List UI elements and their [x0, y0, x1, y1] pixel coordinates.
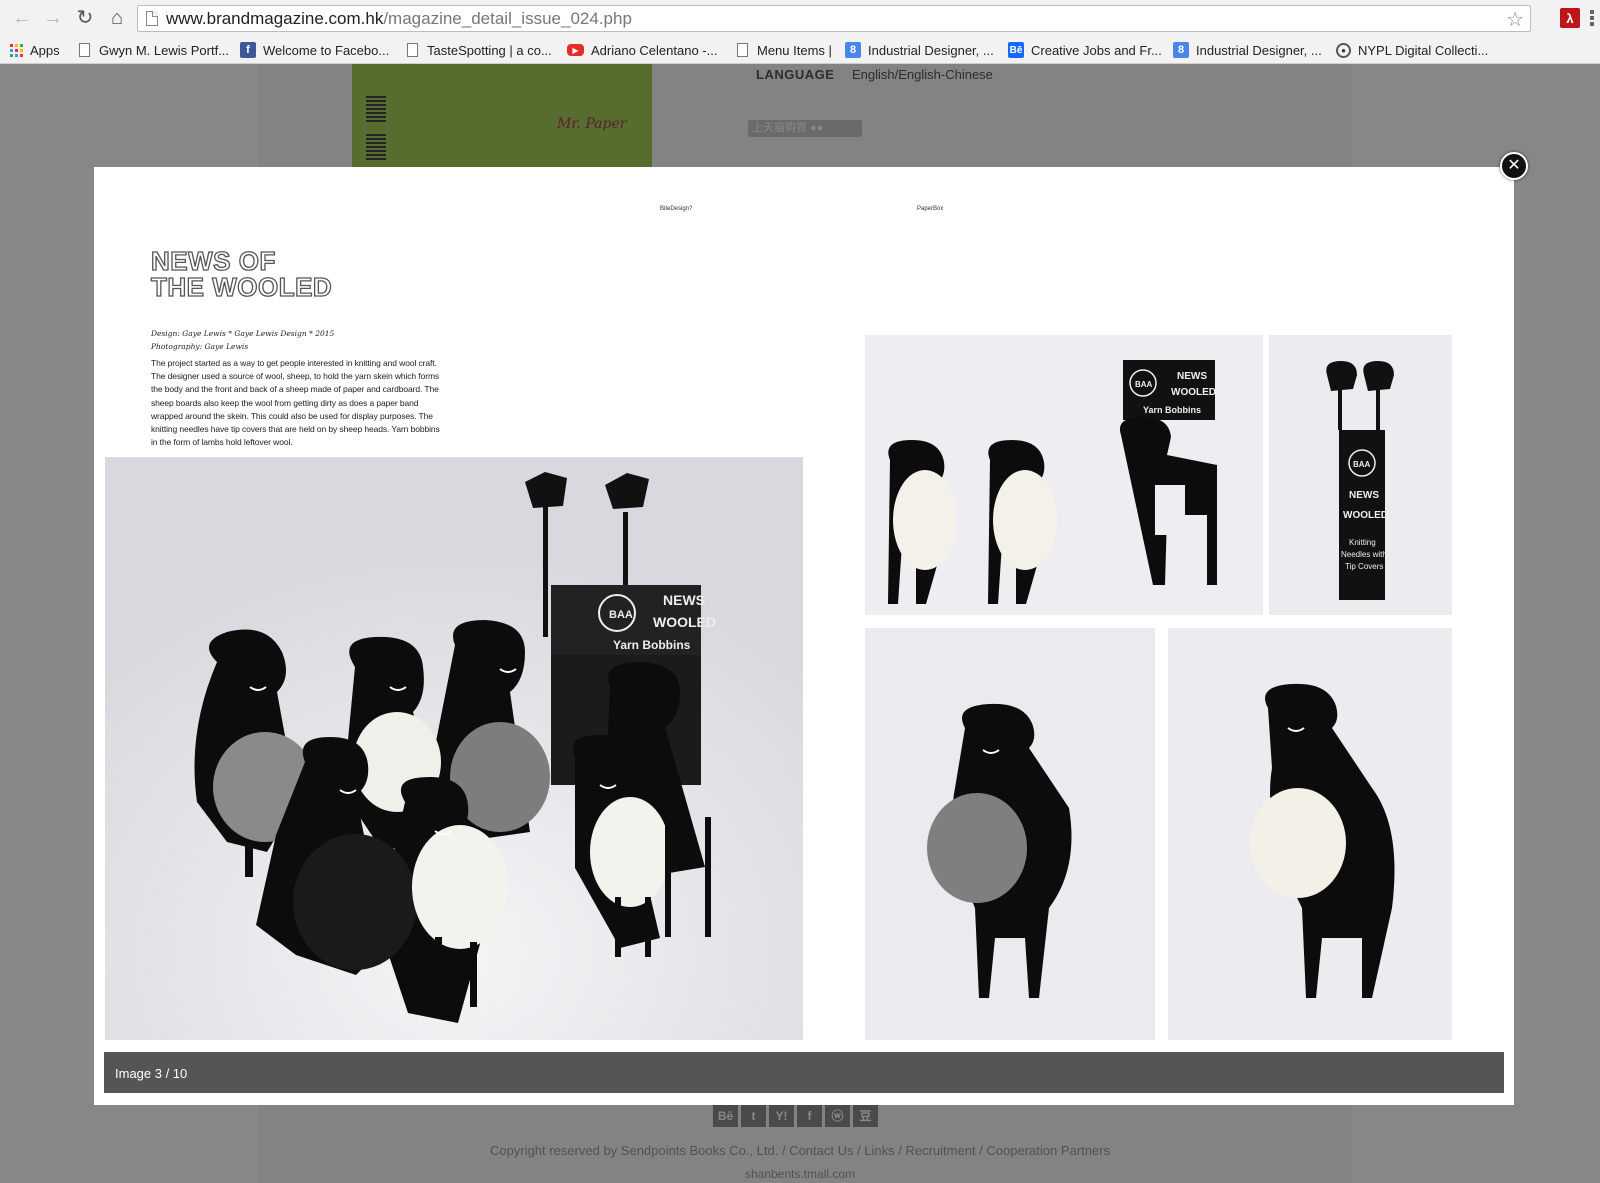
home-icon[interactable]: ⌂	[106, 7, 128, 29]
magazine-spread-image: BiteDesign? PaperBox NEWS OF THE WOOLED …	[94, 167, 1514, 1066]
bookmark-label: Adriano Celentano -...	[591, 42, 718, 58]
svg-text:WOOLED: WOOLED	[1343, 510, 1388, 521]
page-icon	[146, 11, 158, 26]
bookmark-label: Welcome to Facebo...	[263, 42, 390, 58]
bookmark-facebook[interactable]: f Welcome to Facebo...	[240, 40, 389, 60]
bookmark-industrial-designer-1[interactable]: 8 Industrial Designer, ...	[845, 40, 994, 60]
browser-chrome: ← → ↻ ⌂ www.brandmagazine.com.hk/magazin…	[0, 0, 1600, 64]
bookmark-industrial-designer-2[interactable]: 8 Industrial Designer, ...	[1173, 40, 1322, 60]
reload-icon[interactable]: ↻	[74, 7, 96, 29]
bookmark-creative-jobs[interactable]: Bē Creative Jobs and Fr...	[1008, 40, 1162, 60]
youtube-icon: ▶	[567, 44, 584, 56]
running-head-left: BiteDesign?	[660, 206, 693, 212]
apps-grid-icon	[10, 43, 23, 57]
credit-design: Design: Gaye Lewis * Gaye Lewis Design *…	[151, 329, 335, 338]
svg-text:Yarn Bobbins: Yarn Bobbins	[1143, 405, 1201, 415]
lightbox-caption-bar: Image 3 / 10	[104, 1052, 1504, 1093]
svg-text:BAA: BAA	[609, 609, 633, 621]
nypl-icon: ●	[1336, 42, 1351, 58]
svg-text:BAA: BAA	[1353, 460, 1371, 469]
bookmark-star-icon[interactable]: ☆	[1506, 7, 1524, 32]
credit-photo: Photography: Gaye Lewis	[151, 342, 249, 351]
bookmark-label: Gwyn M. Lewis Portf...	[99, 42, 230, 58]
bookmark-tastespotting[interactable]: TasteSpotting | a co...	[405, 40, 552, 60]
bookmark-label: Creative Jobs and Fr...	[1031, 42, 1162, 58]
svg-text:WOOLED: WOOLED	[1171, 387, 1216, 398]
bookmark-menu-items[interactable]: Menu Items |	[735, 40, 832, 60]
svg-text:WOOLED: WOOLED	[653, 614, 716, 630]
page-icon	[407, 43, 418, 57]
photo-two-sheep-and-bobbin: BAA NEWS WOOLED Yarn Bobbins	[865, 335, 1263, 615]
lightbox: BiteDesign? PaperBox NEWS OF THE WOOLED …	[94, 167, 1514, 1105]
bookmark-label: NYPL Digital Collecti...	[1358, 42, 1489, 58]
photo-sheep-white-yarn	[1168, 628, 1452, 1040]
bookmark-label: Industrial Designer, ...	[868, 42, 994, 58]
photo-sheep-grey-yarn	[865, 628, 1155, 1040]
url-host: www.brandmagazine.com.hk	[166, 9, 384, 28]
url-text: www.brandmagazine.com.hk/magazine_detail…	[166, 9, 632, 29]
bookmark-gwyn-lewis[interactable]: Gwyn M. Lewis Portf...	[77, 40, 229, 60]
adobe-pdf-extension-icon[interactable]: λ	[1560, 8, 1580, 28]
google-docs-icon: 8	[1173, 42, 1189, 58]
headline-line-2: THE WOOLED	[150, 272, 333, 302]
svg-text:Tip Covers: Tip Covers	[1345, 562, 1383, 571]
article-credits: Design: Gaye Lewis * Gaye Lewis Design *…	[151, 327, 334, 353]
bookmarks-bar: Apps Gwyn M. Lewis Portf... f Welcome to…	[0, 37, 1600, 63]
bookmark-apps[interactable]: Apps	[10, 40, 60, 60]
svg-text:NEWS: NEWS	[663, 592, 705, 608]
address-bar[interactable]: www.brandmagazine.com.hk/magazine_detail…	[137, 5, 1531, 32]
headline-line-1: NEWS OF	[150, 246, 276, 276]
behance-icon: Bē	[1008, 42, 1024, 58]
svg-text:NEWS: NEWS	[1349, 490, 1379, 501]
svg-text:Yarn Bobbins: Yarn Bobbins	[613, 638, 691, 652]
article-headline: NEWS OF THE WOOLED	[150, 246, 333, 302]
url-path: /magazine_detail_issue_024.php	[383, 9, 632, 28]
bookmark-label: Apps	[30, 42, 60, 58]
bookmark-nypl[interactable]: ● NYPL Digital Collecti...	[1336, 40, 1488, 60]
bookmark-label: Menu Items |	[757, 42, 832, 58]
photo-flock-with-box: BAA NEWS WOOLED Yarn Bobbins	[105, 457, 803, 1040]
photo-knitting-needle-tag: BAA NEWS WOOLED Knitting Needles with Ti…	[1269, 335, 1452, 615]
bookmark-adriano-celentano[interactable]: ▶ Adriano Celentano -...	[567, 40, 717, 60]
article-body-copy: The project started as a way to get peop…	[151, 358, 440, 448]
bookmark-label: TasteSpotting | a co...	[427, 42, 552, 58]
svg-text:Needles with: Needles with	[1341, 550, 1387, 559]
svg-text:NEWS: NEWS	[1177, 371, 1207, 382]
page-icon	[79, 43, 90, 57]
svg-text:Knitting: Knitting	[1349, 538, 1376, 547]
svg-text:BAA: BAA	[1135, 380, 1153, 389]
image-counter: Image 3 / 10	[115, 1066, 188, 1081]
close-icon[interactable]: ✕	[1500, 152, 1528, 180]
browser-toolbar: ← → ↻ ⌂ www.brandmagazine.com.hk/magazin…	[0, 0, 1600, 36]
back-arrow-icon[interactable]: ←	[11, 7, 33, 29]
facebook-icon: f	[240, 42, 256, 58]
running-head-right: PaperBox	[917, 206, 944, 212]
page-icon	[737, 43, 748, 57]
browser-menu-icon[interactable]	[1590, 10, 1594, 26]
forward-arrow-icon[interactable]: →	[42, 7, 64, 29]
bookmark-label: Industrial Designer, ...	[1196, 42, 1322, 58]
google-docs-icon: 8	[845, 42, 861, 58]
